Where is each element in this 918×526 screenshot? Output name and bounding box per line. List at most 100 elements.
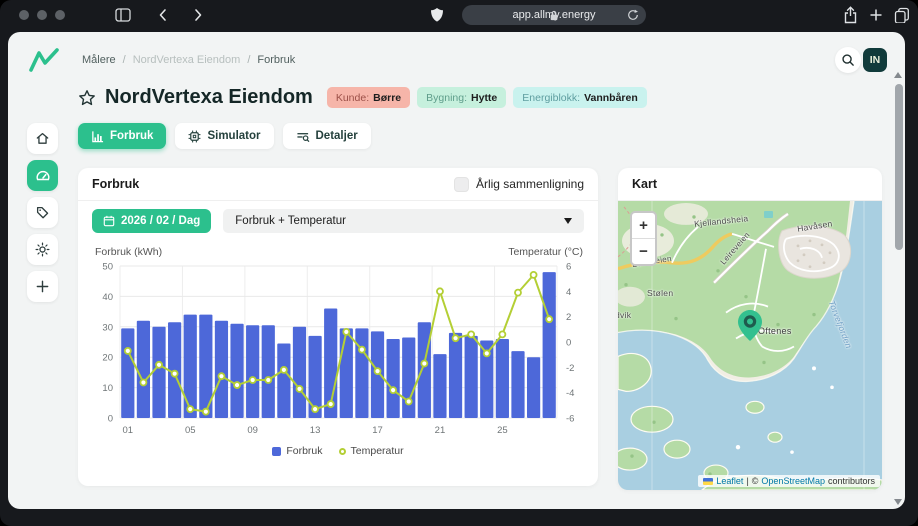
bar-chart-icon <box>91 130 104 143</box>
ukraine-flag-icon <box>703 478 713 485</box>
svg-text:6: 6 <box>566 262 571 273</box>
calendar-icon <box>103 215 115 227</box>
map[interactable]: Kjellandsheia Havåsen Leireveien Leireve… <box>618 201 882 490</box>
svg-text:17: 17 <box>372 425 383 436</box>
tab-simulator[interactable]: Simulator <box>175 123 273 149</box>
user-avatar[interactable]: IN <box>863 48 887 72</box>
share-icon[interactable] <box>843 6 858 24</box>
breadcrumb-separator: / <box>123 54 126 66</box>
zoom-out-button[interactable]: − <box>632 239 655 264</box>
tab-bar: Forbruk Simulator <box>78 123 371 149</box>
left-axis-title: Forbruk (kWh) <box>95 246 162 258</box>
date-range-button[interactable]: 2026 / 02 / Dag <box>92 209 211 233</box>
svg-text:10: 10 <box>102 383 113 394</box>
sidebar-toggle-icon[interactable] <box>115 8 131 22</box>
chip-icon <box>188 130 201 143</box>
svg-text:20: 20 <box>102 353 113 364</box>
yearly-compare-checkbox[interactable] <box>454 177 469 192</box>
scrollbar-down-arrow[interactable] <box>894 499 902 505</box>
svg-text:21: 21 <box>435 425 446 436</box>
breadcrumb-forbruk[interactable]: Forbruk <box>257 54 295 66</box>
badge-bygning: Bygning: Hytte <box>417 87 506 108</box>
map-card: Kart <box>618 168 882 490</box>
svg-text:-6: -6 <box>566 414 574 425</box>
series-select[interactable]: Forbruk + Temperatur <box>223 209 584 233</box>
sidebar-item-home[interactable] <box>27 123 58 154</box>
map-attribution: Leaflet | © OpenStreetMap contributors <box>698 475 880 487</box>
temperatur-swatch <box>339 448 346 455</box>
forbruk-swatch <box>272 447 281 456</box>
map-label-stolen: Stølen <box>647 288 673 298</box>
svg-text:-2: -2 <box>566 363 574 374</box>
zoom-in-button[interactable]: + <box>632 213 655 239</box>
leaflet-link[interactable]: Leaflet <box>716 476 743 486</box>
legend-temperatur[interactable]: Temperatur <box>339 445 404 457</box>
svg-text:0: 0 <box>108 414 113 425</box>
title-row: NordVertexa Eiendom Kunde: Børre Bygning… <box>78 86 647 109</box>
map-label-dvik: dvik <box>618 310 631 320</box>
scrollbar-thumb[interactable] <box>895 84 903 250</box>
sidebar-item-meters[interactable] <box>27 160 58 191</box>
app-logo[interactable] <box>28 46 60 74</box>
lock-icon <box>549 10 559 21</box>
url-bar[interactable]: app.allmy.energy <box>462 5 646 25</box>
consumption-card-header: Forbruk Årlig sammenligning <box>78 168 598 201</box>
privacy-shield-icon[interactable] <box>430 7 444 23</box>
breadcrumb-property[interactable]: NordVertexa Eiendom <box>133 54 241 66</box>
scrollbar-up-arrow[interactable] <box>894 72 902 78</box>
map-card-header: Kart <box>618 168 882 201</box>
forward-icon[interactable] <box>192 7 204 23</box>
tag-icon <box>35 205 50 220</box>
badges: Kunde: Børre Bygning: Hytte Energiblokk:… <box>327 87 647 108</box>
back-icon[interactable] <box>157 7 169 23</box>
consumption-card-title: Forbruk <box>92 177 139 191</box>
favorite-star-icon[interactable] <box>78 89 96 107</box>
browser-chrome: app.allmy.energy <box>0 0 918 30</box>
legend-forbruk[interactable]: Forbruk <box>272 445 322 457</box>
tab-overview-icon[interactable] <box>894 7 910 23</box>
sidebar-item-solar[interactable] <box>27 234 58 265</box>
new-tab-icon[interactable] <box>869 8 883 22</box>
app-page: Målere / NordVertexa Eiendom / Forbruk I… <box>8 32 905 509</box>
svg-text:2: 2 <box>566 312 571 323</box>
consumption-chart[interactable]: 01020304050-6-4-2024601050913172125 <box>78 262 598 442</box>
svg-text:01: 01 <box>123 425 134 436</box>
browser-window: app.allmy.energy Målere / NordV <box>0 0 918 526</box>
chevron-down-icon <box>564 218 572 224</box>
sidebar-item-tags[interactable] <box>27 197 58 228</box>
svg-text:30: 30 <box>102 322 113 333</box>
breadcrumb-separator: / <box>247 54 250 66</box>
svg-text:50: 50 <box>102 262 113 273</box>
yearly-compare: Årlig sammenligning <box>454 177 584 192</box>
svg-text:25: 25 <box>497 425 508 436</box>
osm-link[interactable]: OpenStreetMap <box>761 476 825 486</box>
chart-legend: Forbruk Temperatur <box>78 445 598 457</box>
right-axis-title: Temperatur (°C) <box>508 246 583 258</box>
tab-detaljer[interactable]: Detaljer <box>283 123 371 149</box>
chart-controls: 2026 / 02 / Dag Forbruk + Temperatur <box>92 209 584 233</box>
badge-kunde: Kunde: Børre <box>327 87 410 108</box>
location-pin-icon[interactable] <box>737 309 763 343</box>
home-icon <box>35 131 50 146</box>
svg-text:13: 13 <box>310 425 321 436</box>
page-scrollbar[interactable] <box>893 70 904 507</box>
consumption-card: Forbruk Årlig sammenligning 2026 / 02 / … <box>78 168 598 486</box>
window-zoom-button[interactable] <box>55 10 65 20</box>
tab-forbruk[interactable]: Forbruk <box>78 123 166 149</box>
breadcrumb-malere[interactable]: Målere <box>82 54 116 66</box>
sidebar-item-add[interactable] <box>27 271 58 302</box>
map-card-title: Kart <box>632 177 657 191</box>
sidebar <box>27 123 58 302</box>
sun-icon <box>35 242 50 257</box>
map-zoom-control: + − <box>630 211 657 266</box>
list-search-icon <box>296 130 310 143</box>
search-button[interactable] <box>835 47 861 73</box>
breadcrumb: Målere / NordVertexa Eiendom / Forbruk <box>82 54 295 66</box>
window-close-button[interactable] <box>19 10 29 20</box>
svg-text:40: 40 <box>102 292 113 303</box>
reload-icon[interactable] <box>627 9 639 21</box>
page-title: NordVertexa Eiendom <box>105 86 313 109</box>
yearly-compare-label: Årlig sammenligning <box>476 177 584 191</box>
gauge-icon <box>35 168 51 184</box>
window-minimize-button[interactable] <box>37 10 47 20</box>
